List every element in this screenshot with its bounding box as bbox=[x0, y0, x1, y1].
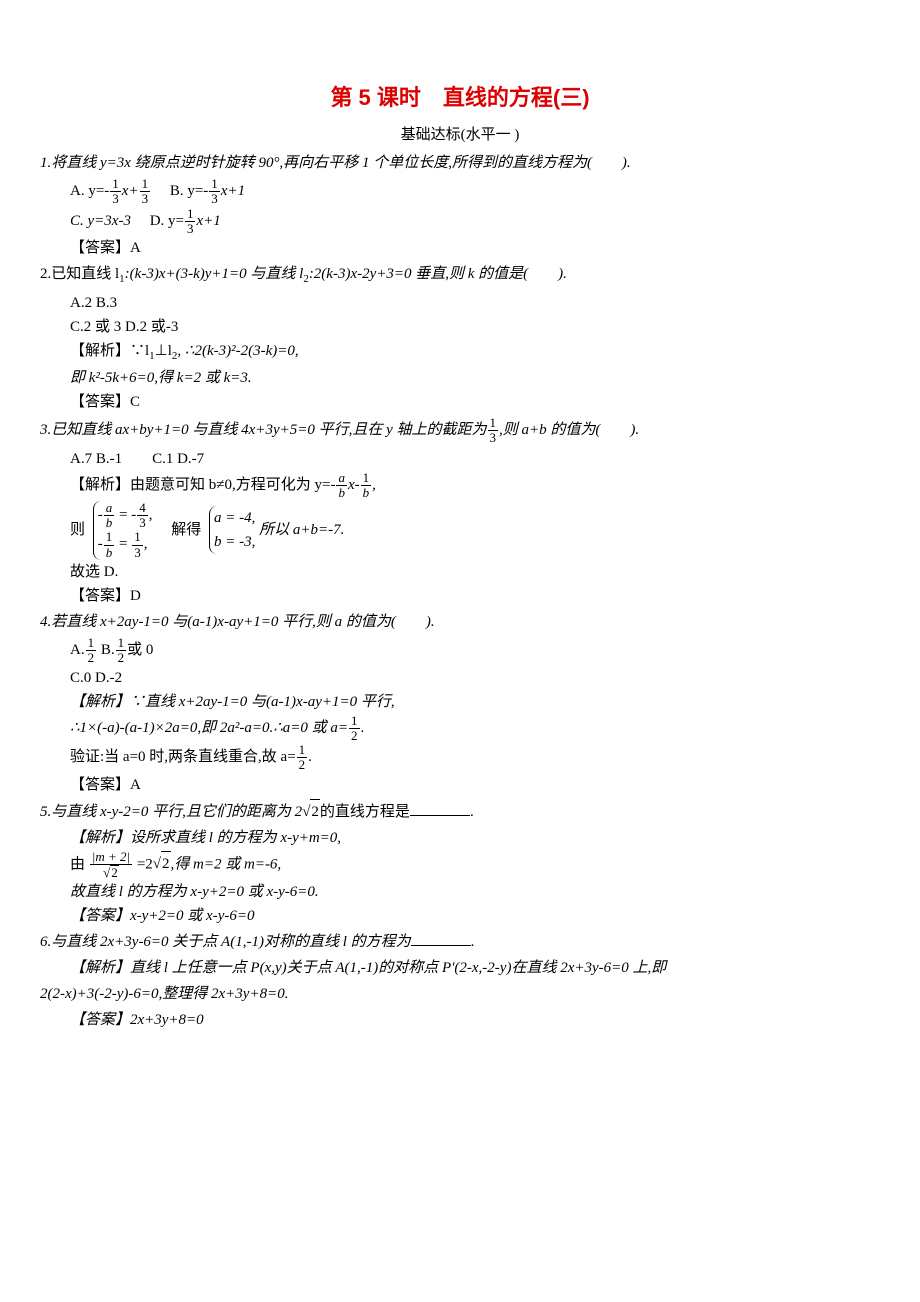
q4-exp1: 【解析】∵直线 x+2ay-1=0 与(a-1)x-ay+1=0 平行, bbox=[70, 690, 880, 714]
lesson-title: 第 5 课时 直线的方程(三) bbox=[40, 80, 880, 115]
q2-exp1: 【解析】∵l1⊥l2, ∴2(k-3)²-2(3-k)=0, bbox=[70, 339, 880, 366]
q5-exp3: 故直线 l 的方程为 x-y+2=0 或 x-y-6=0. bbox=[70, 880, 880, 904]
q2-options-row1: A.2 B.3 bbox=[70, 291, 880, 315]
q4-options-row1: A.12 B.12或 0 bbox=[70, 636, 880, 666]
question-1-stem: 1.将直线 y=3x 绕原点逆时针旋转 90°,再向右平移 1 个单位长度,所得… bbox=[40, 151, 880, 175]
question-6-stem: 6.与直线 2x+3y-6=0 关于点 A(1,-1)对称的直线 l 的方程为. bbox=[40, 930, 880, 954]
q3-answer: 【答案】D bbox=[70, 584, 880, 608]
q2-answer: 【答案】C bbox=[70, 390, 880, 414]
question-5-stem: 5.与直线 x-y-2=0 平行,且它们的距离为 22的直线方程是. bbox=[40, 799, 880, 824]
q4-exp2: ∴1×(-a)-(a-1)×2a=0,即 2a²-a=0.∴a=0 或 a=12… bbox=[70, 714, 880, 744]
question-2-stem: 2.已知直线 l1:(k-3)x+(3-k)y+1=0 与直线 l2:2(k-3… bbox=[40, 262, 880, 289]
q1-options-row1: A. y=-13x+13 B. y=-13x+1 bbox=[70, 177, 880, 207]
question-3-stem: 3.已知直线 ax+by+1=0 与直线 4x+3y+5=0 平行,且在 y 轴… bbox=[40, 416, 880, 446]
q3-exp1: 【解析】由题意可知 b≠0,方程可化为 y=-abx-1b, bbox=[70, 471, 880, 501]
q5-answer: 【答案】x-y+2=0 或 x-y-6=0 bbox=[70, 904, 880, 928]
q1-options-row2: C. y=3x-3 D. y=13x+1 bbox=[70, 207, 880, 237]
section-subtitle: 基础达标(水平一 ) bbox=[40, 123, 880, 147]
q6-answer: 【答案】2x+3y+8=0 bbox=[70, 1008, 880, 1032]
q6-exp1: 【解析】直线 l 上任意一点 P(x,y)关于点 A(1,-1)的对称点 P'(… bbox=[70, 956, 880, 980]
q3-options: A.7 B.-1 C.1 D.-7 bbox=[70, 447, 880, 471]
q3-exp3: 故选 D. bbox=[70, 560, 880, 584]
q2-exp2: 即 k²-5k+6=0,得 k=2 或 k=3. bbox=[70, 366, 880, 390]
q6-exp2: 2(2-x)+3(-2-y)-6=0,整理得 2x+3y+8=0. bbox=[40, 982, 880, 1006]
q2-options-row2: C.2 或 3 D.2 或-3 bbox=[70, 315, 880, 339]
q4-options-row2: C.0 D.-2 bbox=[70, 666, 880, 690]
q4-exp3: 验证:当 a=0 时,两条直线重合,故 a=12. bbox=[70, 743, 880, 773]
q5-exp1: 【解析】设所求直线 l 的方程为 x-y+m=0, bbox=[70, 826, 880, 850]
q3-system: 则 -ab = -43, -1b = 13, 解得 a = -4, b = -3… bbox=[70, 501, 880, 560]
q4-answer: 【答案】A bbox=[70, 773, 880, 797]
fill-blank bbox=[410, 800, 470, 816]
question-4-stem: 4.若直线 x+2ay-1=0 与(a-1)x-ay+1=0 平行,则 a 的值… bbox=[40, 610, 880, 634]
q5-exp2: 由 |m + 2|2 =22,得 m=2 或 m=-6, bbox=[70, 850, 880, 881]
fill-blank bbox=[411, 930, 471, 946]
q1-answer: 【答案】A bbox=[70, 236, 880, 260]
